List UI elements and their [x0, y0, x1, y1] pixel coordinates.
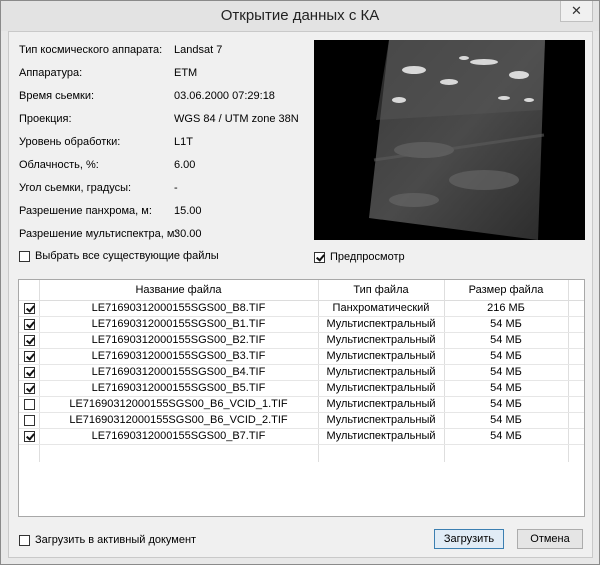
table-row[interactable]: LE71690312000155SGS00_B6_VCID_1.TIF Мульт…: [19, 397, 584, 413]
row-checkbox[interactable]: [24, 367, 35, 378]
file-name-cell: LE71690312000155SGS00_B6_VCID_1.TIF: [69, 398, 288, 410]
file-name-cell: LE71690312000155SGS00_B4.TIF: [91, 366, 266, 378]
header-file-type[interactable]: Тип файла: [318, 284, 444, 296]
file-name-cell: LE71690312000155SGS00_B8.TIF: [91, 302, 266, 314]
dialog-body: Тип космического аппарата: Landsat 7 Аппар…: [8, 31, 593, 558]
file-type-cell: Мультиспектральный: [326, 382, 436, 394]
property-value: ETM: [174, 67, 198, 79]
open-data-dialog: Открытие данных с КА ✕ Тип космического …: [0, 0, 600, 565]
table-row[interactable]: LE71690312000155SGS00_B4.TIF Мультиспектр…: [19, 365, 584, 381]
file-name-cell: LE71690312000155SGS00_B2.TIF: [91, 334, 266, 346]
cancel-button[interactable]: Отмена: [517, 529, 583, 549]
property-label: Время сьемки:: [19, 90, 95, 102]
close-button[interactable]: ✕: [560, 1, 593, 22]
title-bar[interactable]: Открытие данных с КА ✕: [1, 1, 599, 31]
header-file-size[interactable]: Размер файла: [444, 284, 568, 296]
file-size-cell: 216 МБ: [487, 302, 525, 314]
satellite-preview-image: [369, 40, 545, 240]
property-label: Тип космического аппарата:: [19, 44, 163, 56]
preview-checkbox[interactable]: Предпросмотр: [314, 251, 405, 263]
file-name-cell: LE71690312000155SGS00_B3.TIF: [91, 350, 266, 362]
property-label: Проекция:: [19, 113, 72, 125]
table-row[interactable]: LE71690312000155SGS00_B7.TIF Мультиспектр…: [19, 429, 584, 445]
row-checkbox[interactable]: [24, 335, 35, 346]
property-label: Разрешение мультиспектра, м:: [19, 228, 178, 240]
table-row[interactable]: LE71690312000155SGS00_B3.TIF Мультиспектр…: [19, 349, 584, 365]
file-type-cell: Мультиспектральный: [326, 366, 436, 378]
file-size-cell: 54 МБ: [490, 430, 522, 442]
row-checkbox[interactable]: [24, 431, 35, 442]
file-type-cell: Мультиспектральный: [326, 350, 436, 362]
preview-label: Предпросмотр: [330, 251, 405, 263]
file-type-cell: Мультиспектральный: [326, 318, 436, 330]
property-value: WGS 84 / UTM zone 38N: [174, 113, 299, 125]
dialog-title: Открытие данных с КА: [220, 7, 380, 24]
property-label: Угол сьемки, градусы:: [19, 182, 132, 194]
files-table: Название файла Тип файла Размер файла LE…: [18, 279, 585, 517]
checkbox-icon[interactable]: [314, 251, 325, 263]
table-row[interactable]: LE71690312000155SGS00_B1.TIF Мультиспектр…: [19, 317, 584, 333]
property-value: -: [174, 182, 178, 194]
load-active-label: Загрузить в активный документ: [35, 534, 197, 546]
table-row[interactable]: LE71690312000155SGS00_B6_VCID_2.TIF Мульт…: [19, 413, 584, 429]
file-name-cell: LE71690312000155SGS00_B5.TIF: [91, 382, 266, 394]
table-row[interactable]: LE71690312000155SGS00_B8.TIF Панхроматиче…: [19, 301, 584, 317]
file-name-cell: LE71690312000155SGS00_B1.TIF: [91, 318, 266, 330]
row-checkbox[interactable]: [24, 415, 35, 426]
file-type-cell: Мультиспектральный: [326, 414, 436, 426]
file-type-cell: Мультиспектральный: [326, 430, 436, 442]
file-type-cell: Панхроматический: [332, 302, 430, 314]
checkbox-icon[interactable]: [19, 534, 30, 546]
property-label: Уровень обработки:: [19, 136, 121, 148]
image-preview: [314, 40, 585, 240]
file-size-cell: 54 МБ: [490, 334, 522, 346]
table-header: Название файла Тип файла Размер файла: [19, 280, 584, 301]
table-row[interactable]: LE71690312000155SGS00_B2.TIF Мультиспектр…: [19, 333, 584, 349]
header-file-name[interactable]: Название файла: [39, 284, 318, 296]
file-size-cell: 54 МБ: [490, 398, 522, 410]
property-value: 15.00: [174, 205, 202, 217]
load-button[interactable]: Загрузить: [434, 529, 504, 549]
load-active-checkbox[interactable]: Загрузить в активный документ: [19, 534, 196, 546]
row-checkbox[interactable]: [24, 399, 35, 410]
file-size-cell: 54 МБ: [490, 382, 522, 394]
select-all-checkbox[interactable]: Выбрать все существующие файлы: [19, 250, 219, 262]
checkbox-icon[interactable]: [19, 250, 30, 262]
property-value: Landsat 7: [174, 44, 223, 56]
row-checkbox[interactable]: [24, 303, 35, 314]
property-value: 03.06.2000 07:29:18: [174, 90, 275, 102]
file-size-cell: 54 МБ: [490, 414, 522, 426]
row-checkbox[interactable]: [24, 351, 35, 362]
property-value: L1T: [174, 136, 193, 148]
file-type-cell: Мультиспектральный: [326, 398, 436, 410]
select-all-label: Выбрать все существующие файлы: [35, 250, 219, 262]
file-size-cell: 54 МБ: [490, 318, 522, 330]
property-label: Облачность, %:: [19, 159, 99, 171]
file-name-cell: LE71690312000155SGS00_B6_VCID_2.TIF: [69, 414, 288, 426]
close-icon: ✕: [571, 3, 582, 18]
property-value: 30.00: [174, 228, 202, 240]
property-value: 6.00: [174, 159, 196, 171]
file-size-cell: 54 МБ: [490, 366, 522, 378]
property-label: Разрешение панхрома, м:: [19, 205, 152, 217]
table-row[interactable]: LE71690312000155SGS00_B5.TIF Мультиспектр…: [19, 381, 584, 397]
file-type-cell: Мультиспектральный: [326, 334, 436, 346]
row-checkbox[interactable]: [24, 319, 35, 330]
property-label: Аппаратура:: [19, 67, 83, 79]
row-checkbox[interactable]: [24, 383, 35, 394]
file-name-cell: LE71690312000155SGS00_B7.TIF: [91, 430, 266, 442]
file-size-cell: 54 МБ: [490, 350, 522, 362]
